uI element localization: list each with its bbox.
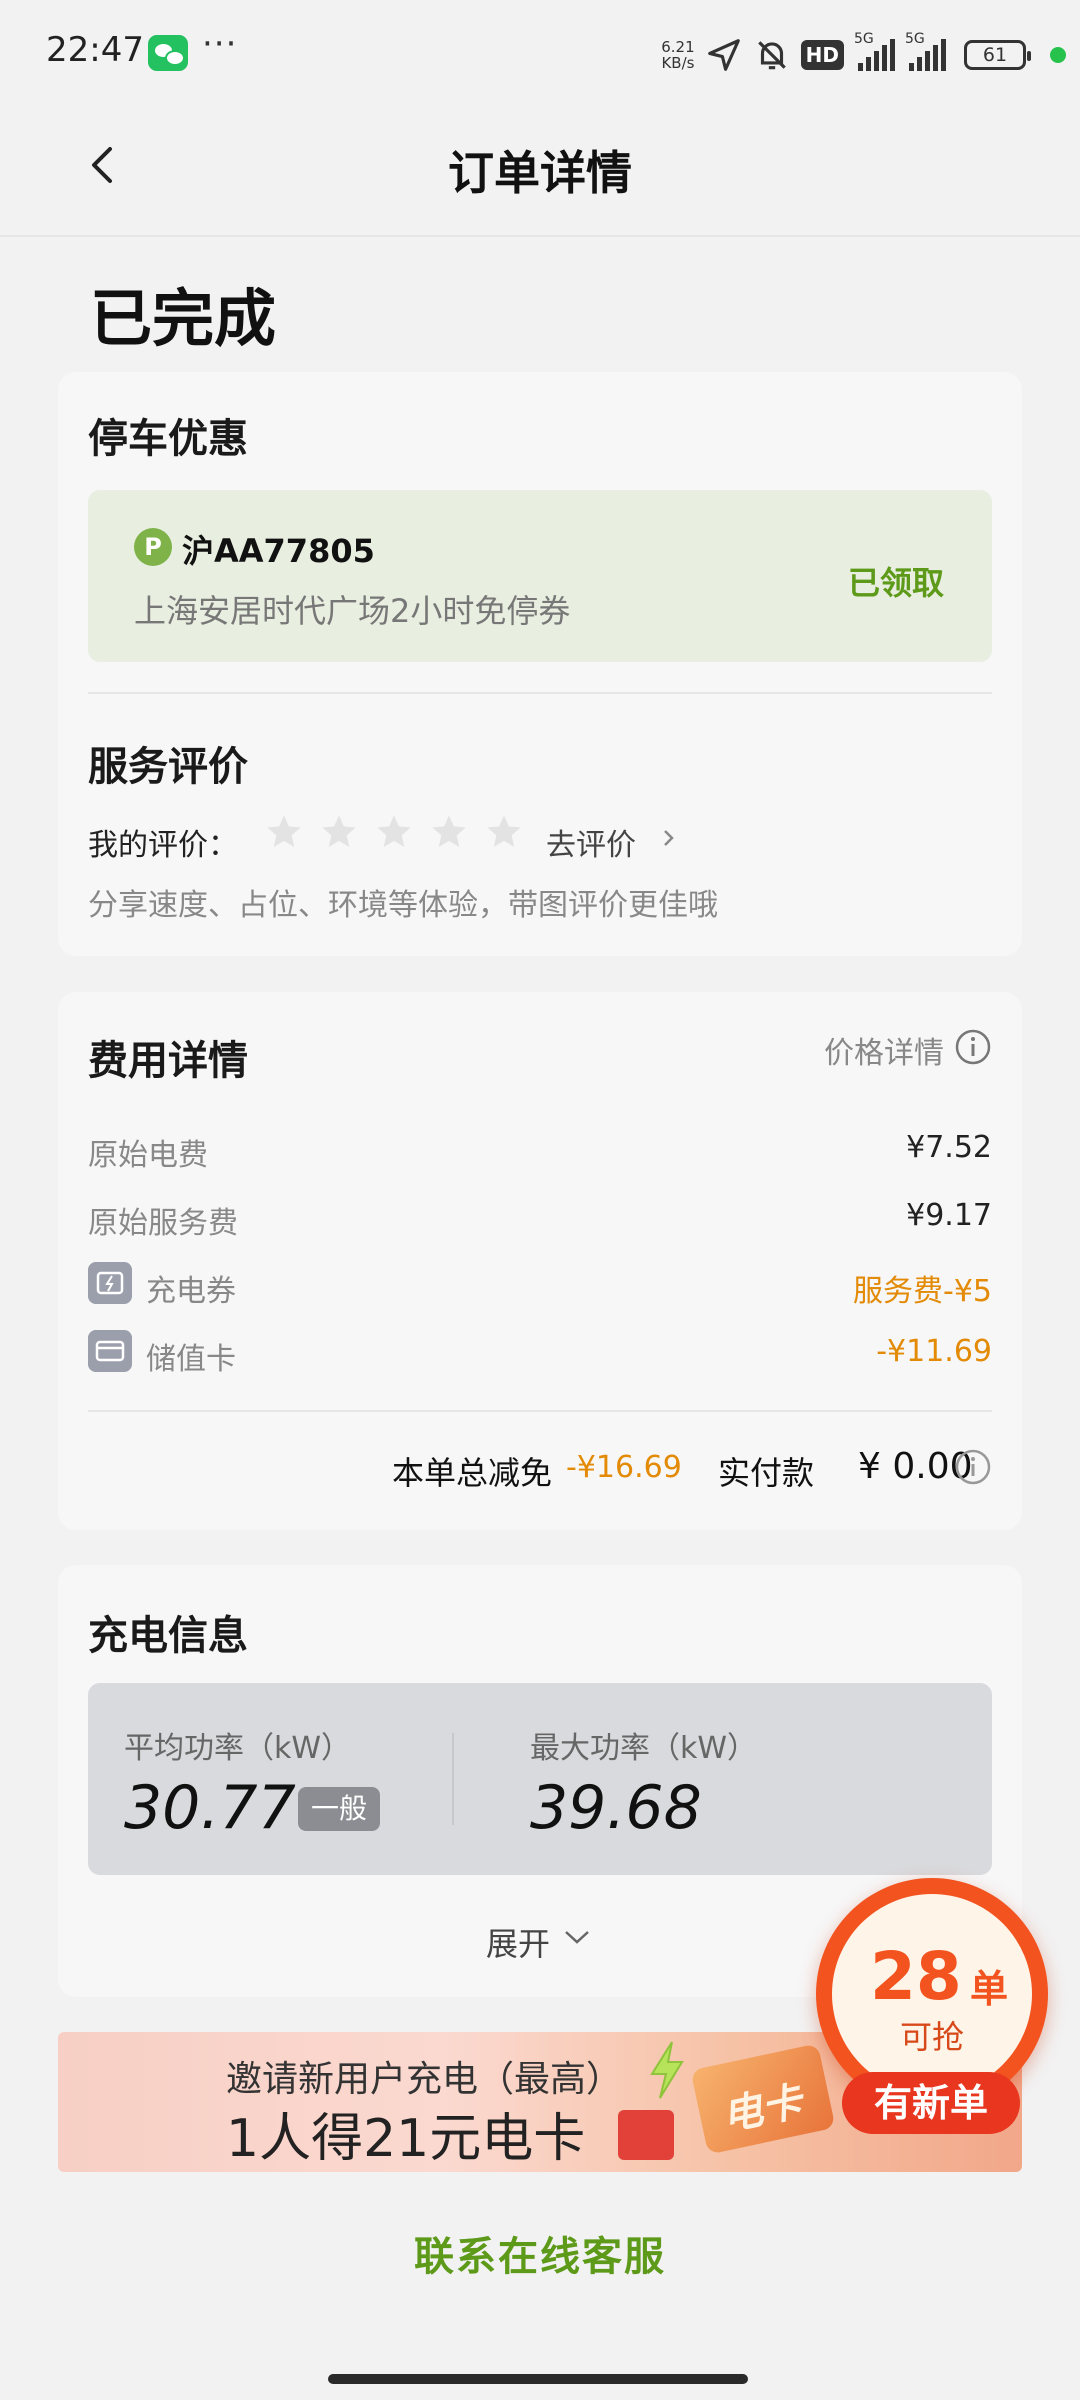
fee-label: 原始服务费 [88,1206,238,1241]
lightning-bolt-icon [650,2041,684,2099]
new-orders-button[interactable]: 有新单 [842,2072,1020,2134]
charging-section-title: 充电信息 [88,1613,248,1659]
paid-label: 实付款 [718,1454,815,1492]
banner-line1: 邀请新用户充电（最高） [226,2059,623,2100]
fee-section-title: 费用详情 [88,1038,248,1084]
more-notifications-icon: ··· [202,24,238,64]
parking-review-card: 停车优惠 P 沪AA77805 上海安居时代广场2小时免停券 已领取 服务评价 … [58,372,1022,956]
grab-orders-count: 28 [870,1938,962,2015]
section-divider [88,1410,992,1412]
star-icon[interactable] [374,812,414,852]
stored-value-card-icon [88,1330,132,1372]
fee-label: 原始电费 [88,1138,208,1173]
grab-orders-unit: 单 [970,1967,1009,2011]
fee-value: -¥11.69 [876,1334,992,1369]
coupon-claimed-status: 已领取 [847,564,944,602]
paid-info-icon[interactable] [954,1448,992,1486]
location-arrow-icon [707,39,740,71]
status-icons: 6.21 KB/s HD 5G 5G 61 [661,30,1066,80]
nav-bar: 订单详情 [0,95,1080,237]
info-icon[interactable] [954,1028,992,1066]
price-detail-link[interactable]: 价格详情 [824,1028,944,1072]
avg-power-label: 平均功率（kW） [124,1731,352,1766]
star-icon[interactable] [429,812,469,852]
signal-sim2-icon: 5G [905,31,946,71]
section-divider [88,692,992,694]
fee-label: 储值卡 [146,1342,236,1377]
status-time: 22:47 [46,30,144,70]
star-icon[interactable] [319,812,359,852]
signal-sim1-icon: 5G [854,31,895,71]
coupon-description: 上海安居时代广场2小时免停券 [134,592,571,630]
review-section-title: 服务评价 [88,744,248,790]
home-indicator[interactable] [328,2374,748,2384]
license-plate: 沪AA77805 [182,532,375,570]
parking-coupon[interactable]: P 沪AA77805 上海安居时代广场2小时免停券 已领取 [88,490,992,662]
fee-label: 充电券 [146,1274,236,1309]
chevron-down-icon[interactable] [560,1925,594,1949]
rating-hint: 分享速度、占位、环境等体验，带图评价更佳哦 [88,888,718,923]
fee-row-coupon: 充电券 服务费-¥5 [88,1258,992,1309]
rating-stars[interactable] [264,812,524,852]
fee-row-stored-card: 储值卡 -¥11.69 [88,1326,992,1377]
total-reduce-value: -¥16.69 [566,1450,682,1485]
expand-button[interactable]: 展开 [486,1919,550,1965]
my-rating-label: 我的评价： [88,828,238,863]
page-title: 订单详情 [448,146,632,200]
fee-row-service: 原始服务费 ¥9.17 [88,1190,992,1241]
gift-icon [618,2110,674,2160]
avg-power-value: 30.77 [124,1773,296,1843]
star-icon[interactable] [264,812,304,852]
grab-orders-badge-inner: 28 单 可抢 [832,1894,1032,2094]
battery-icon: 61 [964,40,1031,70]
network-speed: 6.21 KB/s [661,39,694,71]
hd-voice-badge: HD [800,40,844,70]
power-divider [452,1733,454,1825]
go-rate-link[interactable]: 去评价 [546,820,636,864]
status-bar: 22:47 ··· 6.21 KB/s HD 5G 5G 61 [0,0,1080,95]
max-power-label: 最大功率（kW） [530,1731,758,1766]
fee-value: ¥7.52 [906,1130,992,1165]
charging-coupon-icon [88,1262,132,1304]
fee-value: 服务费-¥5 [853,1274,992,1309]
total-summary: 本单总减免 -¥16.69 实付款 ¥ 0.00 [58,1442,1022,1492]
banner-line2: 1人得21元电卡 [226,2109,586,2169]
banner-card-text: 电卡 [718,2078,807,2141]
star-icon[interactable] [484,812,524,852]
grab-orders-label: 可抢 [900,2018,965,2056]
power-stats: 平均功率（kW） 30.77 一般 最大功率（kW） 39.68 [88,1683,992,1875]
parking-p-icon: P [134,528,172,566]
chevron-right-icon[interactable] [660,826,678,850]
network-speed-unit: KB/s [661,54,695,72]
sim2-network-label: 5G [905,31,925,47]
max-power-value: 39.68 [530,1773,702,1843]
e-card-illustration: 电卡 [690,2043,836,2155]
wechat-notification-icon [148,35,188,71]
network-speed-value: 6.21 [661,38,695,56]
fee-details-card: 费用详情 价格详情 原始电费 ¥7.52 原始服务费 ¥9.17 充电券 服务费… [58,992,1022,1530]
mute-bell-icon [757,41,786,70]
total-reduce-label: 本单总减免 [392,1454,553,1492]
parking-section-title: 停车优惠 [88,416,248,462]
fee-value: ¥9.17 [906,1198,992,1233]
order-status: 已完成 [90,282,277,355]
privacy-indicator-dot [1050,47,1066,63]
contact-support-link[interactable]: 联系在线客服 [0,2224,1080,2282]
avg-power-level-badge: 一般 [298,1787,380,1831]
fee-row-electricity: 原始电费 ¥7.52 [88,1122,992,1173]
sim1-network-label: 5G [854,31,874,47]
